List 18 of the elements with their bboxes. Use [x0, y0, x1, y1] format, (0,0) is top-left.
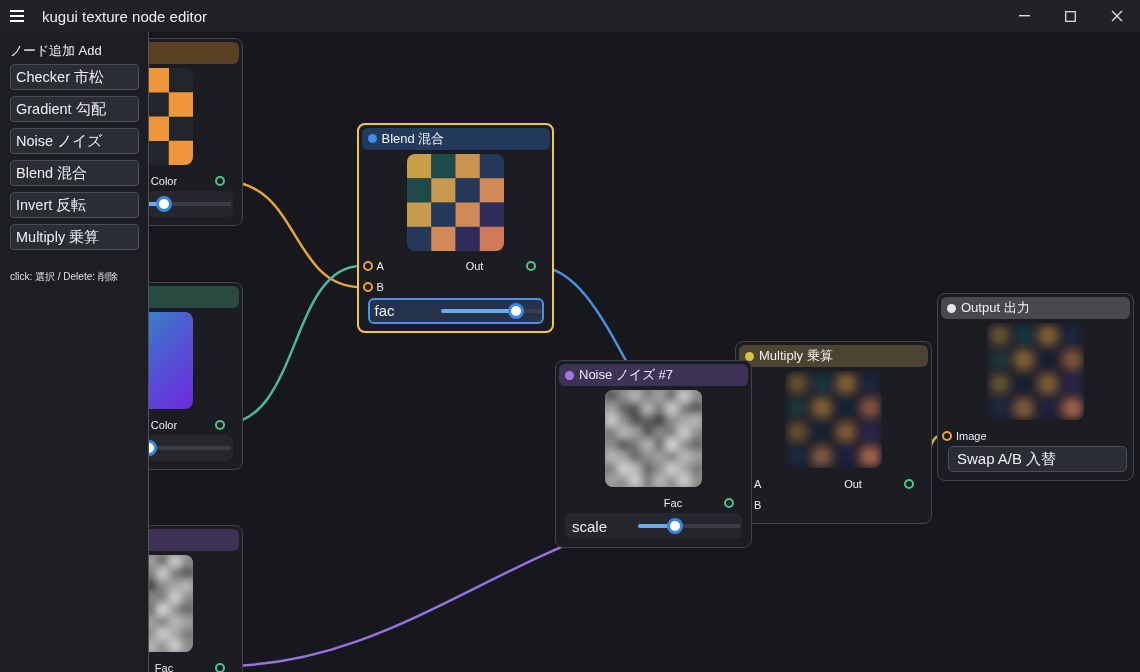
- socket-label: A: [754, 477, 762, 490]
- socket-label: B: [754, 498, 762, 511]
- socket-label: Out: [464, 260, 485, 272]
- socket-label: Color: [149, 174, 179, 187]
- hint-text: click: 選択 / Delete: 削除: [10, 270, 119, 284]
- socket-label: Out: [843, 477, 863, 490]
- socket-label: Fac: [153, 661, 175, 672]
- socket-label: B: [376, 281, 384, 293]
- socket-label: Color: [149, 418, 179, 431]
- sidebar-heading: ノード追加 Add: [10, 42, 103, 60]
- socket-label: Fac: [662, 496, 684, 509]
- socket-label: Image: [956, 429, 987, 442]
- node-title: Output 出力: [961, 299, 1030, 317]
- socket-label: A: [376, 260, 384, 272]
- node-title: Multiply 乗算: [759, 347, 833, 365]
- node-title: Noise ノイズ #7: [579, 366, 673, 384]
- window-title: kugui texture node editor: [42, 7, 208, 25]
- node-title: Blend 混合: [381, 129, 445, 148]
